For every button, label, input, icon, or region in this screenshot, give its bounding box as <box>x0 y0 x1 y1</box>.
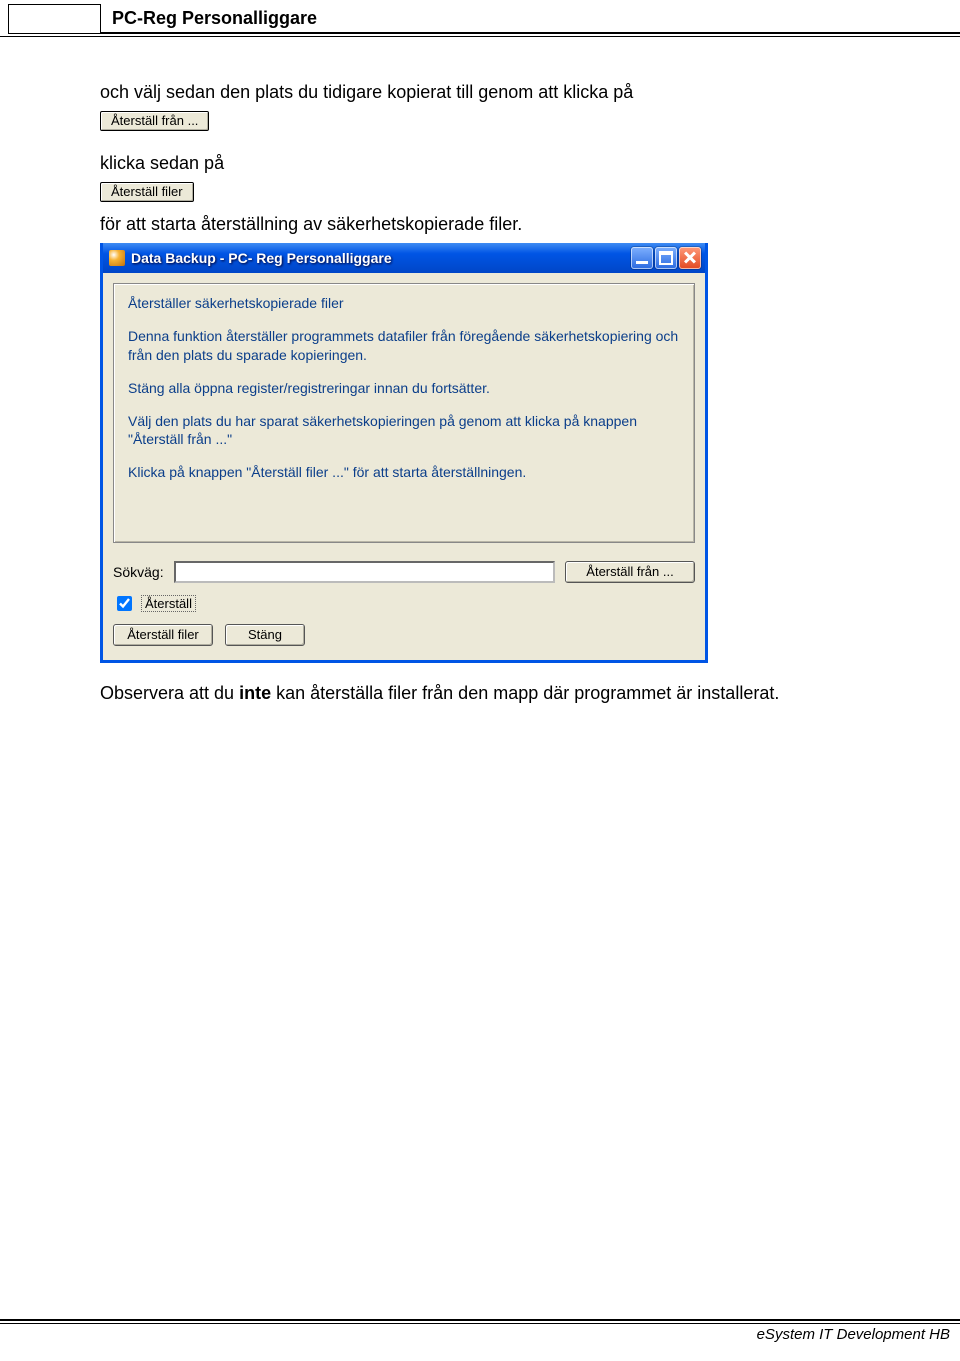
header-rule-thick <box>100 32 960 34</box>
footer-text: eSystem IT Development HB <box>0 1324 960 1343</box>
backup-dialog: Data Backup - PC- Reg Personalliggare Åt… <box>100 243 708 663</box>
header-box <box>8 4 101 34</box>
path-label: Sökväg: <box>113 564 164 580</box>
then-click-text: klicka sedan på <box>100 153 920 174</box>
page-footer: eSystem IT Development HB <box>0 1319 960 1343</box>
restore-files-button-inline[interactable]: Återställ filer <box>100 182 194 202</box>
page-title: PC-Reg Personalliggare <box>112 8 317 29</box>
to-start-text: för att starta återställning av säkerhet… <box>100 214 920 235</box>
intro-text: och välj sedan den plats du tidigare kop… <box>100 82 920 103</box>
path-row: Sökväg: Återställ från ... <box>113 561 695 583</box>
header-rule-thin <box>0 36 960 37</box>
dialog-button-row: Återställ filer Stäng <box>113 624 695 646</box>
page-header: PC-Reg Personalliggare <box>0 0 960 42</box>
note-bold: inte <box>239 683 271 703</box>
info-p4: Klicka på knappen "Återställ filer ..." … <box>128 463 680 482</box>
close-window-button[interactable] <box>679 247 701 269</box>
page-content: och välj sedan den plats du tidigare kop… <box>0 42 960 718</box>
restore-from-button-inline[interactable]: Återställ från ... <box>100 111 209 131</box>
info-p3: Välj den plats du har sparat säkerhetsko… <box>128 412 680 450</box>
dialog-titlebar: Data Backup - PC- Reg Personalliggare <box>103 243 705 273</box>
restore-checkbox[interactable] <box>117 596 132 611</box>
minimize-button[interactable] <box>631 247 653 269</box>
path-input[interactable] <box>174 561 555 583</box>
close-button[interactable]: Stäng <box>225 624 305 646</box>
note-text: Observera att du inte kan återställa fil… <box>100 683 920 704</box>
restore-files-button[interactable]: Återställ filer <box>113 624 213 646</box>
footer-rule-thick <box>0 1319 960 1321</box>
info-p2: Stäng alla öppna register/registreringar… <box>128 379 680 398</box>
restore-checkbox-row: Återställ <box>113 593 695 614</box>
restore-from-button[interactable]: Återställ från ... <box>565 561 695 583</box>
maximize-button[interactable] <box>655 247 677 269</box>
info-p1: Denna funktion återställer programmets d… <box>128 327 680 365</box>
restore-checkbox-label: Återställ <box>141 595 196 612</box>
app-icon <box>109 250 125 266</box>
dialog-body: Återställer säkerhetskopierade filer Den… <box>103 273 705 660</box>
info-title: Återställer säkerhetskopierade filer <box>128 294 680 313</box>
note-prefix: Observera att du <box>100 683 239 703</box>
note-suffix: kan återställa filer från den mapp där p… <box>271 683 779 703</box>
info-panel: Återställer säkerhetskopierade filer Den… <box>113 283 695 543</box>
dialog-title: Data Backup - PC- Reg Personalliggare <box>131 250 631 266</box>
